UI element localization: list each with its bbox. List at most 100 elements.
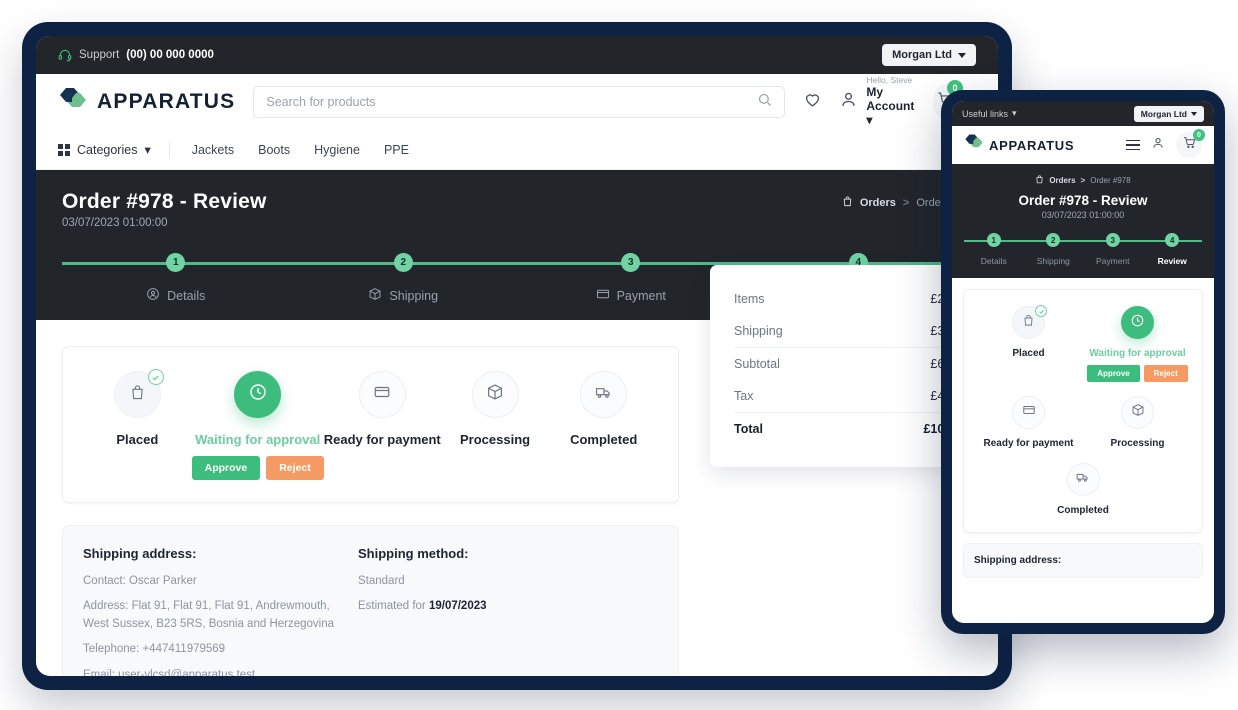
mobile-header-actions: 0 bbox=[1126, 129, 1205, 158]
hamburger-icon[interactable] bbox=[1126, 139, 1140, 151]
useful-links-menu[interactable]: Useful links ▾ bbox=[962, 108, 1017, 119]
clock-icon bbox=[248, 382, 268, 407]
brand-logo[interactable]: APPARATUS bbox=[58, 86, 235, 119]
mobile-step-label: Details bbox=[980, 256, 1007, 266]
heart-icon[interactable] bbox=[803, 90, 822, 114]
mobile-step-number: 4 bbox=[1165, 233, 1180, 247]
user-circle-icon bbox=[146, 287, 160, 304]
nav-link-boots[interactable]: Boots bbox=[258, 143, 290, 157]
screenshot-stage: Support (00) 00 000 0000 Morgan Ltd APPA… bbox=[0, 0, 1238, 710]
mobile-breadcrumb-current: Order #978 bbox=[1090, 176, 1131, 185]
chevron-down-icon bbox=[958, 52, 966, 58]
brand-name: APPARATUS bbox=[97, 90, 236, 113]
step-label: Shipping bbox=[368, 287, 438, 304]
mobile-org-selector[interactable]: Morgan Ltd bbox=[1133, 105, 1204, 122]
mobile-brand-name: APPARATUS bbox=[989, 137, 1075, 153]
mobile-breadcrumb: Orders > Order #978 bbox=[964, 175, 1202, 186]
apparatus-logo-icon bbox=[58, 86, 88, 119]
bag-icon bbox=[129, 384, 146, 406]
mobile-addresses-panel: Shipping address: bbox=[963, 543, 1203, 578]
mobile-status-label: Waiting for approval bbox=[1089, 348, 1186, 359]
clock-icon bbox=[1130, 313, 1145, 333]
status-label: Placed bbox=[116, 432, 159, 447]
categories-menu[interactable]: Categories ▾ bbox=[58, 142, 170, 157]
mobile-order-status-waiting-for-approval: Waiting for approval Approve Reject bbox=[1083, 306, 1192, 382]
mobile-status-icon-wrap bbox=[1012, 305, 1047, 339]
bag-icon bbox=[1035, 175, 1044, 186]
mobile-order-date: 03/07/2023 01:00:00 bbox=[1041, 210, 1125, 220]
mobile-status-actions: Approve Reject bbox=[1087, 365, 1188, 382]
support-block: Support (00) 00 000 0000 bbox=[58, 48, 214, 62]
breadcrumb-separator: > bbox=[902, 197, 910, 209]
order-status-processing: Processing bbox=[441, 371, 550, 447]
order-status-completed: Completed bbox=[549, 371, 658, 447]
totals-label: Shipping bbox=[734, 324, 783, 338]
truck-icon bbox=[1076, 470, 1090, 489]
mobile-step-payment[interactable]: 3 Payment bbox=[1083, 233, 1143, 266]
step-shipping[interactable]: 2 Shipping bbox=[290, 253, 518, 304]
breadcrumb-separator: > bbox=[1080, 176, 1086, 185]
mobile-brand-logo[interactable]: APPARATUS bbox=[964, 133, 1074, 157]
page-title: Order #978 - Review bbox=[62, 190, 267, 213]
mobile-step-shipping[interactable]: 2 Shipping bbox=[1024, 233, 1084, 266]
shipping-method-value: Standard bbox=[358, 575, 405, 587]
chevron-down-icon bbox=[1191, 111, 1197, 116]
nav-link-ppe[interactable]: PPE bbox=[384, 143, 409, 157]
status-icon-wrap bbox=[234, 371, 282, 418]
mobile-status-label: Completed bbox=[1057, 505, 1109, 516]
shipping-email: Email: user-vlcsd@apparatus.test bbox=[83, 668, 256, 676]
card-icon bbox=[596, 287, 610, 304]
status-icon-wrap bbox=[113, 369, 164, 418]
step-label: Details bbox=[146, 287, 205, 304]
hero-title-block: Order #978 - Review 03/07/2023 01:00:00 bbox=[62, 190, 267, 229]
mobile-approve-button[interactable]: Approve bbox=[1087, 365, 1140, 382]
mobile-order-status-card: Placed Waiting for approval Approve Reje… bbox=[963, 289, 1203, 533]
categories-label: Categories bbox=[77, 142, 138, 157]
order-status-placed: Placed bbox=[83, 369, 192, 447]
user-icon[interactable] bbox=[1151, 136, 1165, 155]
check-badge-icon bbox=[147, 369, 164, 385]
org-selector[interactable]: Morgan Ltd bbox=[882, 44, 976, 66]
grid-icon bbox=[58, 143, 70, 156]
check-badge-icon bbox=[1035, 305, 1047, 317]
card-icon bbox=[1022, 403, 1036, 422]
desktop-main-header: APPARATUS Search for products Hello, Ste… bbox=[36, 74, 998, 130]
mobile-status-label: Processing bbox=[1110, 438, 1165, 449]
step-details[interactable]: 1 Details bbox=[62, 253, 290, 304]
search-icon[interactable] bbox=[757, 92, 772, 112]
mobile-order-hero: Orders > Order #978 Order #978 - Review … bbox=[952, 164, 1214, 278]
step-number: 2 bbox=[393, 253, 413, 272]
search-input[interactable] bbox=[266, 95, 758, 109]
mobile-status-icon-wrap bbox=[1121, 396, 1154, 429]
search-box[interactable] bbox=[253, 86, 786, 118]
totals-label: Items bbox=[734, 292, 765, 306]
mobile-step-details[interactable]: 1 Details bbox=[964, 233, 1024, 266]
mobile-stepper-row: 1 Details 2 Shipping 3 Payment 4 Review bbox=[964, 233, 1202, 266]
totals-label: Tax bbox=[734, 389, 754, 403]
addresses-column: Shipping address: Contact: Oscar Parker … bbox=[83, 546, 358, 676]
totals-label: Total bbox=[734, 422, 763, 436]
reject-button[interactable]: Reject bbox=[266, 456, 324, 480]
bag-icon bbox=[842, 196, 853, 210]
nav-link-jackets[interactable]: Jackets bbox=[192, 143, 234, 157]
shipping-address-value: Address: Flat 91, Flat 91, Flat 91, Andr… bbox=[83, 600, 335, 631]
hero-top-row: Order #978 - Review 03/07/2023 01:00:00 … bbox=[62, 190, 972, 229]
mobile-cart-count-badge: 0 bbox=[1193, 129, 1205, 141]
order-status-card: Placed Waiting for approval Approve Reje… bbox=[62, 346, 679, 503]
mobile-header: APPARATUS 0 bbox=[952, 126, 1214, 164]
org-selector-label: Morgan Ltd bbox=[892, 49, 952, 61]
mobile-cart-button[interactable]: 0 bbox=[1176, 129, 1205, 158]
nav-link-hygiene[interactable]: Hygiene bbox=[314, 143, 360, 157]
status-label: Completed bbox=[570, 432, 638, 447]
mobile-step-review[interactable]: 4 Review bbox=[1143, 233, 1203, 266]
step-label: Payment bbox=[596, 287, 666, 304]
mobile-breadcrumb-root[interactable]: Orders bbox=[1049, 176, 1075, 185]
breadcrumb-root[interactable]: Orders bbox=[860, 197, 896, 209]
mobile-status-label: Placed bbox=[1012, 348, 1045, 359]
status-label: Processing bbox=[460, 432, 531, 447]
mobile-step-label: Review bbox=[1157, 256, 1187, 266]
mobile-reject-button[interactable]: Reject bbox=[1143, 365, 1188, 382]
account-menu[interactable]: Hello, Steve My Account ▾ bbox=[839, 76, 915, 127]
approve-button[interactable]: Approve bbox=[191, 456, 261, 480]
mobile-body: Placed Waiting for approval Approve Reje… bbox=[952, 278, 1214, 589]
